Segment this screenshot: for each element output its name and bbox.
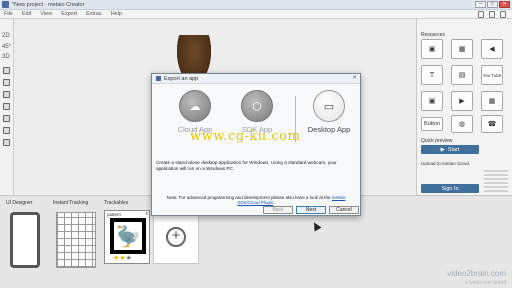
instant-tracking-grid-icon[interactable] — [56, 212, 96, 268]
text-icon[interactable]: T — [421, 65, 443, 85]
export-description: Create a stand-alone desktop application… — [156, 160, 337, 171]
menu-help[interactable]: Help — [111, 11, 122, 17]
instant-tracking-title: Instant Tracking — [53, 200, 89, 206]
view-45-button[interactable]: 45° — [2, 44, 11, 50]
image-preview-icon[interactable]: ▤ — [451, 65, 473, 85]
globe-icon[interactable]: ◍ — [451, 115, 473, 133]
menu-edit[interactable]: Edit — [22, 11, 31, 17]
device-icons — [478, 11, 506, 18]
trackables-title: Trackables — [104, 200, 129, 206]
close-button[interactable]: ✕ — [499, 1, 510, 8]
quick-preview-title: Quick preview — [421, 138, 453, 144]
rating-stars: ★★★ — [113, 254, 132, 262]
desktop-app-option[interactable]: ▭ Desktop App — [302, 90, 356, 150]
video-icon[interactable]: ▶ — [451, 91, 473, 111]
back-button[interactable]: Back — [263, 206, 293, 214]
media-icon[interactable]: ▣ — [421, 91, 443, 111]
overlay-watermark: www.cg-ku.com — [190, 129, 301, 144]
ui-designer-title: UI Designer — [6, 200, 33, 206]
dialog-title: Export an app — [164, 75, 199, 82]
export-dialog: Export an app ✕ ☁ Cloud App ⬡ SDK App ▭ … — [151, 73, 361, 216]
next-button[interactable]: Next — [296, 206, 326, 214]
phone-icon[interactable]: ☎ — [481, 115, 503, 133]
box-icon[interactable] — [3, 91, 10, 98]
maximize-button[interactable]: □ — [487, 1, 498, 8]
ui-designer-phone-icon[interactable] — [10, 212, 40, 268]
picture-icon[interactable]: ▦ — [451, 39, 473, 59]
monitor-icon: ▭ — [313, 90, 345, 122]
dodo-bird-icon: 🦤 — [115, 225, 141, 248]
corner-watermark-sub: a lynda.com brand — [464, 280, 506, 286]
title-bar: *New project - metaio Creator – □ ✕ — [0, 0, 512, 10]
left-toolbar: 2D 45° 3D — [0, 19, 14, 195]
note-suffix: . — [273, 200, 275, 205]
menu-extras[interactable]: Extras — [86, 11, 102, 17]
cancel-button[interactable]: Cancel — [329, 206, 359, 214]
cube-icon[interactable] — [3, 79, 10, 86]
qr-code-image — [484, 168, 508, 192]
trackable-label: pattern — [107, 212, 122, 217]
view-3d-button[interactable]: 3D — [2, 54, 10, 60]
move-icon[interactable] — [3, 115, 10, 122]
sound-icon[interactable]: ◀ — [481, 39, 503, 59]
window-controls: – □ ✕ — [475, 1, 510, 8]
sdk-icon: ⬡ — [241, 90, 273, 122]
select-icon[interactable] — [3, 103, 10, 110]
resources-panel: Resources ▣ ▦ ◀ T ▤ You Tube ▣ ▶ ▦ Butto… — [416, 19, 512, 195]
start-button[interactable]: ▶ Start — [421, 145, 479, 154]
app-icon — [2, 1, 9, 8]
settings-icon[interactable] — [500, 11, 506, 18]
minimize-button[interactable]: – — [475, 1, 486, 8]
film-icon[interactable]: ▦ — [481, 91, 503, 111]
upload-label: Upload to metaio Cloud — [421, 161, 470, 166]
start-label: Start — [447, 146, 460, 153]
corner-watermark: video2brain.com — [447, 269, 506, 278]
dialog-header: Export an app ✕ — [152, 74, 360, 84]
button-resource[interactable]: Button — [421, 117, 443, 131]
phone-device-icon[interactable] — [478, 11, 484, 18]
menu-bar: File Edit View Export Extras Help — [0, 10, 512, 19]
marker-image: 🦤 — [110, 218, 146, 254]
menu-export[interactable]: Export — [61, 11, 77, 17]
image-icon[interactable]: ▣ — [421, 39, 443, 59]
layer-icon[interactable] — [3, 67, 10, 74]
plus-icon: + — [166, 227, 186, 247]
desktop-app-label: Desktop App — [307, 125, 351, 134]
trackable-close-icon[interactable]: x — [146, 211, 149, 217]
dialog-app-icon — [156, 76, 161, 81]
tablet-device-icon[interactable] — [489, 11, 495, 18]
menu-view[interactable]: View — [40, 11, 52, 17]
view-2d-button[interactable]: 2D — [2, 33, 10, 39]
resources-title: Resources — [421, 32, 445, 38]
star-icon: ★ — [125, 255, 132, 262]
play-icon: ▶ — [440, 146, 445, 153]
youtube-icon[interactable]: You Tube — [481, 65, 503, 85]
rotate-icon[interactable] — [3, 127, 10, 134]
trackable-item[interactable]: pattern x 🦤 ★★★ — [104, 210, 150, 264]
add-trackable-button[interactable]: + — [153, 210, 199, 264]
scale-icon[interactable] — [3, 139, 10, 146]
export-note: Note: For advanced programming and devel… — [156, 195, 356, 205]
cloud-icon: ☁ — [179, 90, 211, 122]
sign-in-button[interactable]: Sign In — [421, 184, 479, 193]
dialog-close-icon[interactable]: ✕ — [352, 75, 357, 81]
window-title: *New project - metaio Creator — [12, 1, 85, 8]
menu-file[interactable]: File — [4, 11, 13, 17]
